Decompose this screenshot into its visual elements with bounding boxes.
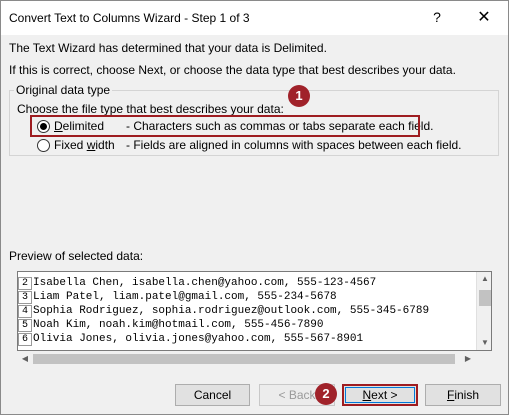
preview-horizontal-scrollbar[interactable]: ◀ ▶: [17, 351, 476, 367]
preview-vertical-scrollbar[interactable]: ▲ ▼: [476, 272, 491, 350]
preview-row: 6 Olivia Jones, olivia.jones@yahoo.com, 5…: [18, 332, 476, 346]
row-text: Olivia Jones, olivia.jones@yahoo.com, 55…: [33, 333, 364, 345]
title-bar: Convert Text to Columns Wizard - Step 1 …: [1, 1, 508, 35]
row-text: Isabella Chen, isabella.chen@yahoo.com, …: [33, 277, 377, 289]
row-number: 4: [18, 304, 32, 318]
row-number: 2: [18, 276, 32, 290]
vertical-scroll-thumb[interactable]: [479, 290, 491, 306]
scroll-right-arrow-icon[interactable]: ▶: [460, 351, 476, 367]
row-number: 6: [18, 332, 32, 346]
intro-line-2: If this is correct, choose Next, or choo…: [9, 63, 456, 77]
row-number: 5: [18, 318, 32, 332]
scroll-left-arrow-icon[interactable]: ◀: [17, 351, 33, 367]
dialog-title: Convert Text to Columns Wizard - Step 1 …: [9, 11, 250, 25]
cancel-button[interactable]: Cancel: [175, 384, 250, 406]
preview-label: Preview of selected data:: [9, 249, 144, 263]
option-fixed-width[interactable]: Fixed width - Fields are aligned in colu…: [37, 137, 462, 153]
row-text: Noah Kim, noah.kim@hotmail.com, 555-456-…: [33, 319, 324, 331]
fixed-width-label[interactable]: Fixed width: [54, 138, 126, 152]
group-description: Choose the file type that best describes…: [17, 102, 284, 116]
help-button[interactable]: ?: [427, 9, 447, 27]
group-label: Original data type: [14, 83, 113, 97]
row-text: Liam Patel, liam.patel@gmail.com, 555-23…: [33, 291, 337, 303]
preview-row: 4 Sophia Rodriguez, sophia.rodriguez@outl…: [18, 304, 476, 318]
preview-row: 2 Isabella Chen, isabella.chen@yahoo.com,…: [18, 276, 476, 290]
scroll-up-arrow-icon[interactable]: ▲: [477, 272, 491, 286]
fixed-width-radio[interactable]: [37, 138, 50, 152]
row-text: Sophia Rodriguez, sophia.rodriguez@outlo…: [33, 305, 430, 317]
intro-line-1: The Text Wizard has determined that your…: [9, 41, 327, 55]
step-badge-1: 1: [288, 85, 310, 107]
step-badge-2: 2: [315, 383, 337, 405]
close-button[interactable]: ✕: [471, 7, 497, 27]
finish-button[interactable]: Finish: [425, 384, 501, 406]
row-number: 3: [18, 290, 32, 304]
preview-row: 5 Noah Kim, noah.kim@hotmail.com, 555-456…: [18, 318, 476, 332]
scroll-down-arrow-icon[interactable]: ▼: [477, 336, 491, 350]
next-button[interactable]: Next >: [342, 384, 418, 406]
horizontal-scroll-thumb[interactable]: [33, 354, 455, 364]
fixed-width-description: - Fields are aligned in columns with spa…: [126, 138, 462, 152]
preview-row: 3 Liam Patel, liam.patel@gmail.com, 555-2…: [18, 290, 476, 304]
text-to-columns-wizard-dialog: Convert Text to Columns Wizard - Step 1 …: [0, 0, 509, 415]
data-preview-pane: 2 Isabella Chen, isabella.chen@yahoo.com,…: [17, 271, 492, 351]
delimited-highlight-box: [30, 115, 420, 137]
